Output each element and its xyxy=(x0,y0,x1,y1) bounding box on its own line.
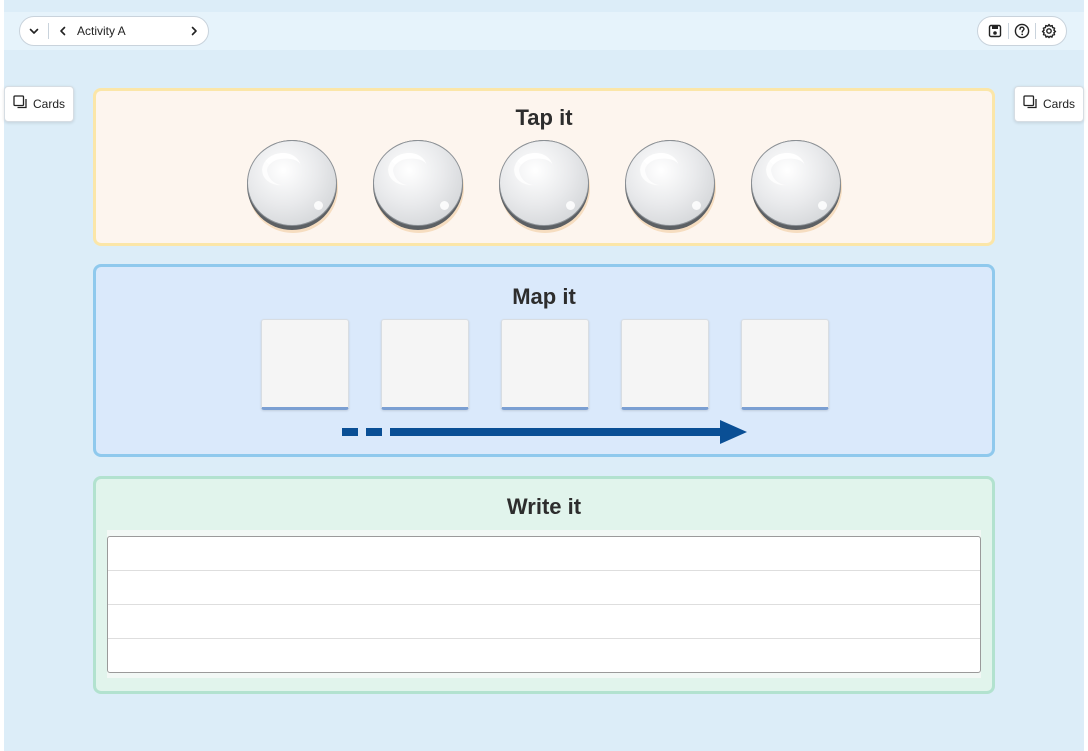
write-it-panel: Write it xyxy=(93,476,995,694)
cards-icon xyxy=(13,95,28,113)
counter[interactable] xyxy=(499,140,591,234)
number-line-arrow xyxy=(342,420,747,444)
chevron-right-icon[interactable] xyxy=(180,17,208,45)
app-canvas: Activity A Cards Cards Tap it Map it Wri… xyxy=(4,0,1084,751)
gear-icon[interactable] xyxy=(1038,20,1060,42)
divider xyxy=(1035,23,1036,39)
counter-row xyxy=(96,140,992,240)
tap-it-panel: Tap it xyxy=(93,88,995,246)
map-it-panel: Map it xyxy=(93,264,995,457)
help-icon[interactable] xyxy=(1011,20,1033,42)
writing-lines[interactable] xyxy=(107,536,981,673)
chevron-left-icon[interactable] xyxy=(49,17,77,45)
counter[interactable] xyxy=(625,140,717,234)
counter[interactable] xyxy=(373,140,465,234)
activity-title: Activity A xyxy=(77,24,126,38)
ten-frame-cell[interactable] xyxy=(741,319,829,410)
counter[interactable] xyxy=(247,140,339,234)
write-it-title: Write it xyxy=(506,494,582,519)
tap-it-title: Tap it xyxy=(515,105,573,130)
ten-frame-cell[interactable] xyxy=(381,319,469,410)
map-it-title: Map it xyxy=(512,284,576,309)
activity-navigator: Activity A xyxy=(19,16,209,46)
chevron-down-icon[interactable] xyxy=(20,17,48,45)
writing-line[interactable] xyxy=(108,537,980,571)
writing-line[interactable] xyxy=(108,639,980,673)
ten-frame-cell[interactable] xyxy=(621,319,709,410)
frame-row xyxy=(96,319,992,414)
writing-area xyxy=(107,530,981,678)
ten-frame-cell[interactable] xyxy=(501,319,589,410)
divider xyxy=(1008,23,1009,39)
cards-button-right[interactable]: Cards xyxy=(1014,86,1084,122)
writing-line[interactable] xyxy=(108,571,980,605)
ten-frame-cell[interactable] xyxy=(261,319,349,410)
toolbar-actions xyxy=(977,16,1067,46)
counter[interactable] xyxy=(751,140,843,234)
writing-line[interactable] xyxy=(108,605,980,639)
cards-button-left[interactable]: Cards xyxy=(4,86,74,122)
top-toolbar: Activity A xyxy=(4,12,1084,50)
cards-label: Cards xyxy=(1042,97,1075,111)
save-icon[interactable] xyxy=(984,20,1006,42)
cards-icon xyxy=(1023,95,1038,113)
cards-label: Cards xyxy=(32,97,65,111)
